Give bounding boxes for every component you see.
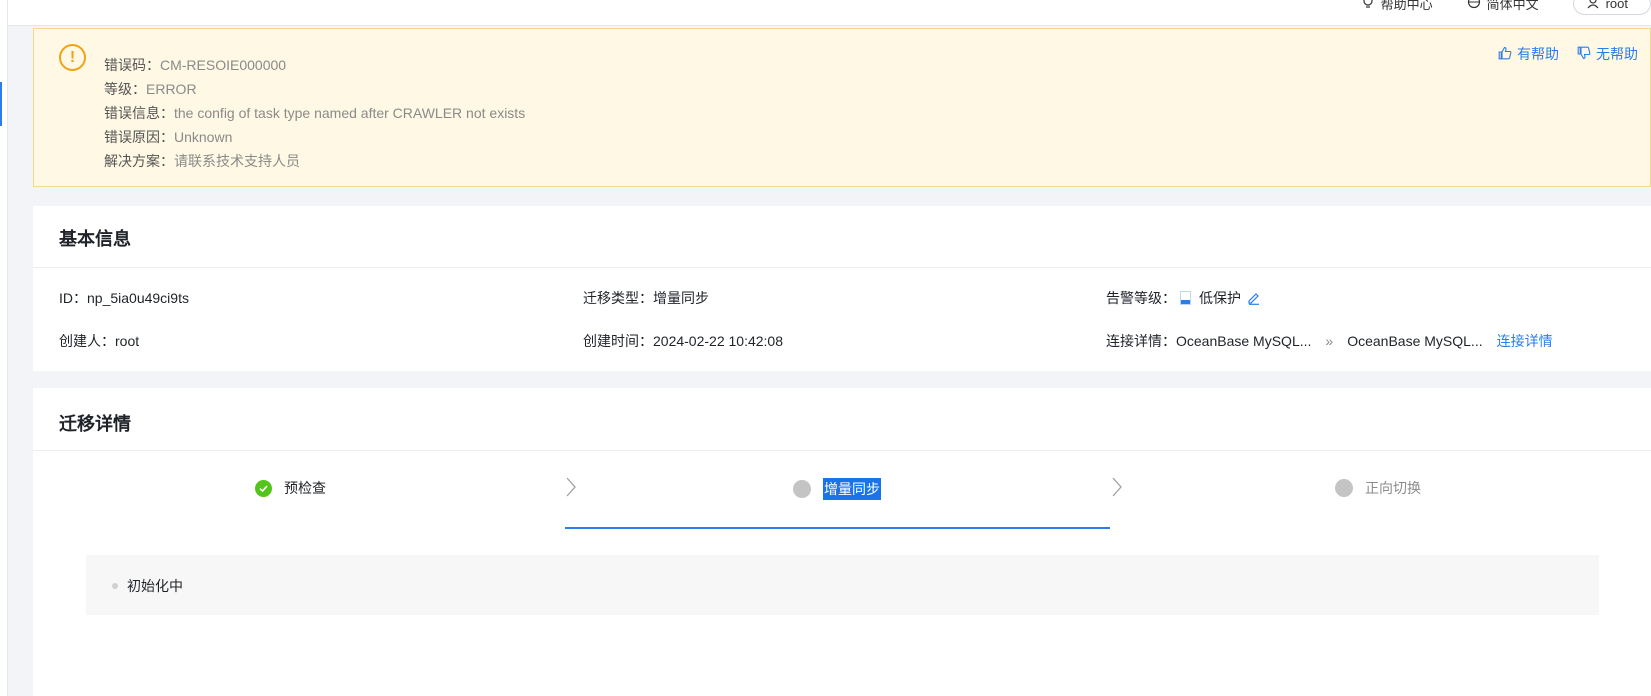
step-precheck[interactable]: 预检查: [255, 478, 326, 498]
error-level-value: ERROR: [146, 81, 197, 97]
user-name: root: [1605, 0, 1628, 11]
active-step-underline: [565, 527, 1110, 529]
language-label: 简体中文: [1486, 0, 1539, 12]
lightbulb-icon: [1361, 0, 1375, 12]
language-switch[interactable]: 简体中文: [1467, 0, 1539, 13]
step-incremental-sync[interactable]: 增量同步: [793, 478, 881, 500]
step-precheck-label: 预检查: [284, 480, 326, 496]
chevron-right-icon: [1111, 476, 1123, 503]
basic-info-divider: [33, 267, 1651, 268]
created-time: 创建时间： 2024-02-22 10:42:08: [583, 331, 783, 351]
created-time-label: 创建时间：: [583, 333, 653, 349]
thumbs-up-icon: [1498, 46, 1512, 63]
step-status-text: 初始化中: [127, 578, 183, 594]
help-center-label: 帮助中心: [1380, 0, 1433, 12]
migration-type-value: 增量同步: [653, 290, 709, 306]
edit-icon[interactable]: [1247, 291, 1261, 305]
step-active-dot-icon: [793, 480, 811, 498]
migration-type-label: 迁移类型：: [583, 290, 653, 306]
step-forward-switch[interactable]: 正向切换: [1335, 478, 1421, 498]
help-center-link[interactable]: 帮助中心: [1361, 0, 1433, 13]
helpful-label: 有帮助: [1517, 46, 1559, 62]
connection-details-link[interactable]: 连接详情: [1497, 331, 1553, 351]
creator: 创建人： root: [59, 331, 139, 351]
basic-info-card: 基本信息 ID： np_5ia0u49ci9ts 迁移类型： 增量同步 告警等级…: [33, 206, 1651, 371]
nav-active-marker: [0, 82, 2, 126]
connection-details: 连接详情： OceanBase MySQL... » OceanBase MyS…: [1106, 331, 1553, 351]
alert-level-value: 低保护: [1199, 290, 1241, 306]
error-code-label: 错误码：: [104, 57, 160, 73]
error-solution-label: 解决方案：: [104, 153, 174, 169]
error-cause-value: Unknown: [174, 129, 233, 145]
error-details: 错误码：CM-RESOIE000000 等级：ERROR 错误信息：the co…: [104, 53, 525, 173]
error-solution-value: 请联系技术支持人员: [174, 153, 300, 169]
user-icon: [1586, 0, 1600, 12]
step-incremental-sync-label: 增量同步: [823, 478, 881, 500]
step-status-panel: 初始化中: [86, 555, 1599, 615]
chevron-right-icon: [565, 476, 577, 503]
alert-level-label: 告警等级：: [1106, 290, 1176, 306]
error-alert: ! 错误码：CM-RESOIE000000 等级：ERROR 错误信息：the …: [33, 28, 1651, 187]
created-time-value: 2024-02-22 10:42:08: [653, 333, 783, 349]
connection-source: OceanBase MySQL...: [1176, 333, 1312, 349]
error-message-line: 错误信息：the config of task type named after…: [104, 101, 525, 125]
error-level-label: 等级：: [104, 81, 146, 97]
error-cause-line: 错误原因：Unknown: [104, 125, 525, 149]
error-level-line: 等级：ERROR: [104, 77, 525, 101]
creator-label: 创建人：: [59, 333, 115, 349]
error-solution-line: 解决方案：请联系技术支持人员: [104, 149, 525, 173]
task-id-value: np_5ia0u49ci9ts: [87, 290, 189, 306]
task-id-label: ID：: [59, 290, 87, 306]
task-id: ID： np_5ia0u49ci9ts: [59, 288, 189, 308]
error-message-label: 错误信息：: [104, 105, 174, 121]
check-circle-icon: [255, 479, 272, 497]
not-helpful-button[interactable]: 无帮助: [1577, 44, 1638, 64]
error-code-value: CM-RESOIE000000: [160, 57, 287, 73]
error-message-value: the config of task type named after CRAW…: [174, 105, 526, 121]
alert-level: 告警等级： 低保护: [1106, 288, 1261, 308]
warning-icon: !: [59, 44, 86, 71]
migration-details-title: 迁移详情: [59, 414, 131, 434]
globe-icon: [1467, 0, 1481, 12]
left-nav-rail: [0, 0, 8, 696]
thumbs-down-icon: [1577, 46, 1591, 63]
not-helpful-label: 无帮助: [1596, 46, 1638, 62]
migration-type: 迁移类型： 增量同步: [583, 288, 709, 308]
migration-details-card: 迁移详情 预检查 增量同步 正向切换 初始化中: [33, 388, 1651, 696]
connection-label: 连接详情：: [1106, 333, 1176, 349]
alert-level-icon: [1180, 291, 1191, 305]
error-code-line: 错误码：CM-RESOIE000000: [104, 53, 525, 77]
creator-value: root: [115, 333, 140, 349]
connection-target: OceanBase MySQL...: [1347, 333, 1483, 349]
step-forward-switch-label: 正向切换: [1365, 480, 1421, 496]
step-pending-dot-icon: [1335, 479, 1353, 497]
top-header: 帮助中心 简体中文 root: [8, 0, 1651, 26]
user-menu[interactable]: root: [1572, 0, 1651, 15]
helpful-button[interactable]: 有帮助: [1498, 44, 1559, 64]
basic-info-title: 基本信息: [59, 229, 131, 249]
feedback-actions: 有帮助 无帮助: [1498, 44, 1638, 64]
error-cause-label: 错误原因：: [104, 129, 174, 145]
double-chevron-right-icon: »: [1325, 333, 1334, 349]
migration-details-divider: [33, 450, 1651, 451]
status-dot-icon: [112, 583, 118, 589]
